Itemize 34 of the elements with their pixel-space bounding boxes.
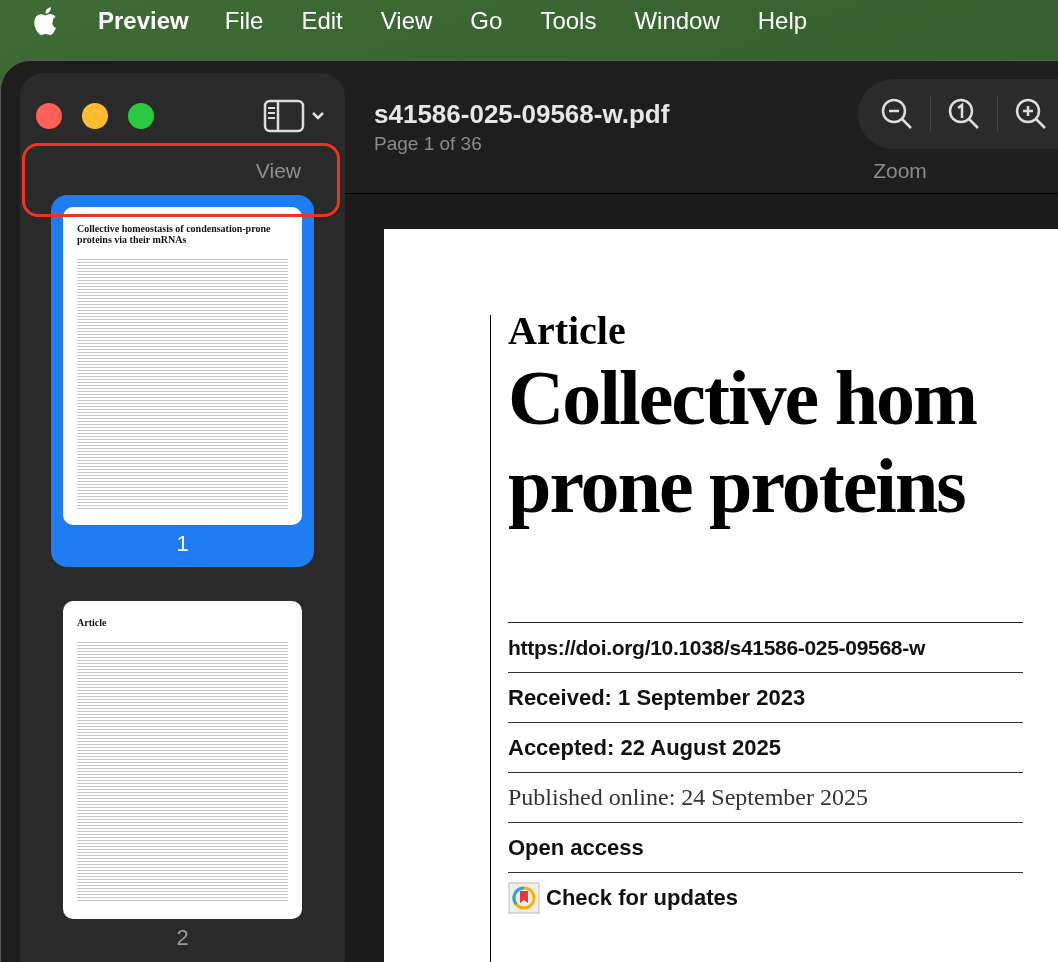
info-text: Received: 1 September 2023 xyxy=(508,684,806,711)
minimize-button[interactable] xyxy=(82,103,108,129)
page-thumbnail[interactable]: Article 2 xyxy=(51,589,314,961)
close-button[interactable] xyxy=(36,103,62,129)
page-number: 2 xyxy=(176,924,189,952)
menu-item[interactable]: Tools xyxy=(540,7,597,35)
thumbnail-heading: Article xyxy=(77,617,108,628)
check-for-updates-link[interactable]: Check for updates xyxy=(546,884,738,911)
page-thumbnail[interactable]: Collective homeostasis of condensation-prone proteins via their mRNAs 1 xyxy=(51,195,314,567)
document-title: s41586-025-09568-w.pdf xyxy=(374,99,670,130)
actual-size-icon[interactable] xyxy=(947,97,981,131)
menu-item[interactable]: Help xyxy=(757,7,808,35)
bookmark-badge-icon xyxy=(508,881,540,914)
menu-item[interactable]: Window xyxy=(634,7,720,35)
doi-link[interactable]: https://doi.org/10.1038/s41586-025-09568-w xyxy=(508,635,925,660)
page-info: Page 1 of 36 xyxy=(374,133,483,155)
zoom-label: Zoom xyxy=(873,159,927,183)
zoom-window-button[interactable] xyxy=(128,103,154,129)
info-text: Published online: 24 September 2025 xyxy=(508,784,868,811)
section-label: Article xyxy=(508,307,627,354)
zoom-in-icon[interactable] xyxy=(1014,97,1048,131)
menu-item[interactable]: View xyxy=(380,7,433,35)
page-number: 1 xyxy=(176,530,189,558)
menu-app-name[interactable]: Preview xyxy=(98,7,189,35)
info-text: Open access xyxy=(508,834,644,861)
menu-item[interactable]: File xyxy=(224,7,264,35)
menu-item[interactable]: Go xyxy=(470,7,503,35)
article-title-line: Collective hom xyxy=(508,354,978,442)
view-label: View xyxy=(255,159,301,183)
info-text: Accepted: 22 August 2025 xyxy=(508,734,782,761)
thumbnail-heading: Collective homeostasis of condensation-prone proteins via their mRNAs xyxy=(77,223,272,245)
menu-item[interactable]: Edit xyxy=(301,7,343,35)
zoom-out-icon[interactable] xyxy=(880,97,914,131)
article-title-line: prone proteins xyxy=(508,442,966,530)
